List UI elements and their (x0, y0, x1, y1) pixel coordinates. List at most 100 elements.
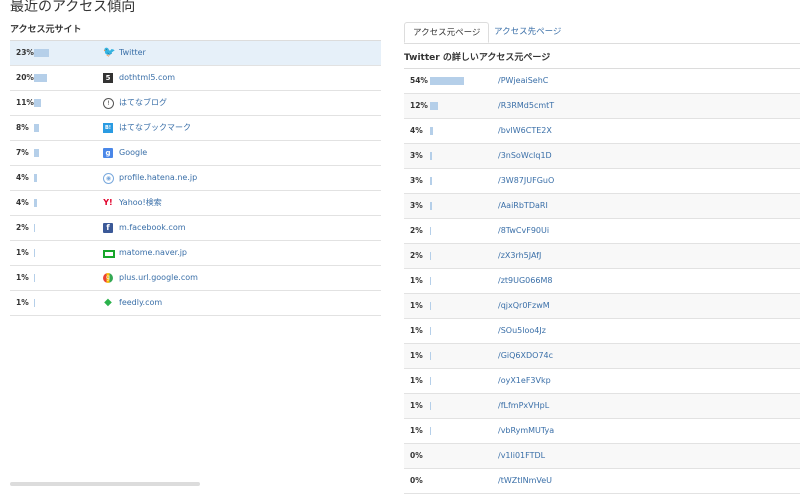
site-share-bar (34, 74, 48, 82)
referrer-site-row[interactable]: 4% Y! Yahoo!検索 (10, 191, 381, 216)
page-share-bar (430, 402, 431, 410)
referrer-pages-panel: アクセス元ページ アクセス先ページ Twitter の詳しいアクセス元ページ 5… (404, 22, 800, 494)
site-share-bar (34, 274, 35, 282)
page-link[interactable]: /oyX1eF3Vkp (498, 369, 551, 393)
page-share-bar (430, 252, 432, 260)
site-percentage: 2% (16, 223, 29, 232)
tab-landing-pages[interactable]: アクセス先ページ (486, 22, 569, 42)
page-percentage: 0% (410, 451, 423, 460)
referrer-site-row[interactable]: 8% B! はてなブックマーク (10, 116, 381, 141)
page-link[interactable]: /zX3rh5JAfJ (498, 244, 541, 268)
site-link[interactable]: Yahoo!検索 (119, 191, 162, 215)
page-share-bar (430, 352, 431, 360)
page-share-bar (430, 77, 465, 85)
dothtml5-icon: 5 (103, 73, 113, 83)
yahoo-icon: Y! (103, 198, 113, 207)
page-percentage: 3% (410, 176, 423, 185)
referrer-page-row[interactable]: 1% /SOu5loo4Jz (404, 319, 800, 344)
referrer-page-row[interactable]: 3% /3nSoWclq1D (404, 144, 800, 169)
page-link[interactable]: /vbRymMUTya (498, 419, 554, 443)
referrer-page-row[interactable]: 1% /vbRymMUTya (404, 419, 800, 444)
site-percentage: 7% (16, 148, 29, 157)
referrer-page-row[interactable]: 1% /oyX1eF3Vkp (404, 369, 800, 394)
site-link[interactable]: はてなブログ (119, 91, 167, 115)
referrer-page-row[interactable]: 1% /GiQ6XDO74c (404, 344, 800, 369)
site-link[interactable]: matome.naver.jp (119, 241, 187, 265)
page-link[interactable]: /GiQ6XDO74c (498, 344, 553, 368)
referrer-pages-list: 54% /PWjeaiSehC 12% /R3RMd5cmtT 4% /bvlW6CTE2… (404, 68, 800, 494)
referrer-site-row[interactable]: 23% 🐦 Twitter (10, 41, 381, 66)
page-percentage: 4% (410, 126, 423, 135)
page-share-bar (430, 202, 432, 210)
page-share-bar (430, 177, 432, 185)
page-link[interactable]: /fLfmPxVHpL (498, 394, 549, 418)
page-percentage: 54% (410, 76, 428, 85)
referrer-site-row[interactable]: 11%! はてなブログ (10, 91, 381, 116)
referrer-page-row[interactable]: 0% /tWZtlNmVeU (404, 469, 800, 494)
page-link[interactable]: /tWZtlNmVeU (498, 469, 552, 493)
referrer-page-row[interactable]: 1% /qjxQr0FzwM (404, 294, 800, 319)
page-share-bar (430, 277, 431, 285)
page-share-bar (430, 152, 432, 160)
referrer-site-row[interactable]: 1% ◆ feedly.com (10, 291, 381, 316)
referrer-site-row[interactable]: 7% g Google (10, 141, 381, 166)
page-percentage: 2% (410, 226, 423, 235)
page-link[interactable]: /SOu5loo4Jz (498, 319, 546, 343)
page-percentage: 1% (410, 276, 423, 285)
page-link[interactable]: /AaiRbTDaRI (498, 194, 548, 218)
referrer-page-row[interactable]: 2% /8TwCvF90Ui (404, 219, 800, 244)
site-link[interactable]: profile.hatena.ne.jp (119, 166, 197, 190)
page-link[interactable]: /bvlW6CTE2X (498, 119, 552, 143)
site-link[interactable]: Twitter (119, 41, 146, 65)
page-percentage: 3% (410, 201, 423, 210)
site-percentage: 8% (16, 123, 29, 132)
hatena-bookmark-icon: B! (103, 123, 113, 133)
site-share-bar (34, 249, 35, 257)
referrer-page-row[interactable]: 0% /v1li01FTDL (404, 444, 800, 469)
page-link[interactable]: /R3RMd5cmtT (498, 94, 554, 118)
referrer-page-row[interactable]: 1% /fLfmPxVHpL (404, 394, 800, 419)
page-link[interactable]: /8TwCvF90Ui (498, 219, 549, 243)
page-share-bar (430, 327, 431, 335)
referrer-page-row[interactable]: 4% /bvlW6CTE2X (404, 119, 800, 144)
referrer-page-row[interactable]: 1% /zt9UG066M8 (404, 269, 800, 294)
referrer-site-row[interactable]: 1% g plus.url.google.com (10, 266, 381, 291)
page-share-bar (430, 377, 431, 385)
site-percentage: 4% (16, 198, 29, 207)
referrer-page-row[interactable]: 3% /3W87JUFGuO (404, 169, 800, 194)
referrer-page-row[interactable]: 3% /AaiRbTDaRI (404, 194, 800, 219)
site-link[interactable]: はてなブックマーク (119, 116, 191, 140)
site-link[interactable]: dothtml5.com (119, 66, 175, 90)
page-link[interactable]: /3nSoWclq1D (498, 144, 552, 168)
site-link[interactable]: plus.url.google.com (119, 266, 198, 290)
site-share-bar (34, 299, 35, 307)
page-link[interactable]: /v1li01FTDL (498, 444, 545, 468)
tab-referrer-pages[interactable]: アクセス元ページ (404, 22, 490, 43)
referrer-site-row[interactable]: 2% f m.facebook.com (10, 216, 381, 241)
page-link[interactable]: /qjxQr0FzwM (498, 294, 550, 318)
horizontal-scrollbar[interactable] (10, 482, 200, 486)
referrer-site-row[interactable]: 1% matome.naver.jp (10, 241, 381, 266)
page-percentage: 1% (410, 426, 423, 435)
referrer-page-row[interactable]: 2% /zX3rh5JAfJ (404, 244, 800, 269)
site-link[interactable]: Google (119, 141, 147, 165)
site-link[interactable]: feedly.com (119, 291, 162, 315)
site-share-bar (34, 149, 39, 157)
page-link[interactable]: /3W87JUFGuO (498, 169, 554, 193)
referrer-site-row[interactable]: 4% ◉ profile.hatena.ne.jp (10, 166, 381, 191)
referrer-site-row[interactable]: 20% 5 dothtml5.com (10, 66, 381, 91)
site-share-bar (34, 124, 40, 132)
page-link[interactable]: /zt9UG066M8 (498, 269, 552, 293)
site-percentage: 20% (16, 73, 34, 82)
site-percentage: 1% (16, 248, 29, 257)
page-share-bar (430, 227, 432, 235)
page-link[interactable]: /PWjeaiSehC (498, 69, 548, 93)
referrer-page-row[interactable]: 12% /R3RMd5cmtT (404, 94, 800, 119)
site-percentage: 23% (16, 48, 34, 57)
site-link[interactable]: m.facebook.com (119, 216, 186, 240)
page-percentage: 12% (410, 101, 428, 110)
site-share-bar (34, 224, 36, 232)
site-percentage: 11% (16, 98, 34, 107)
referrer-page-row[interactable]: 54% /PWjeaiSehC (404, 69, 800, 94)
twitter-icon: 🐦 (103, 47, 116, 58)
